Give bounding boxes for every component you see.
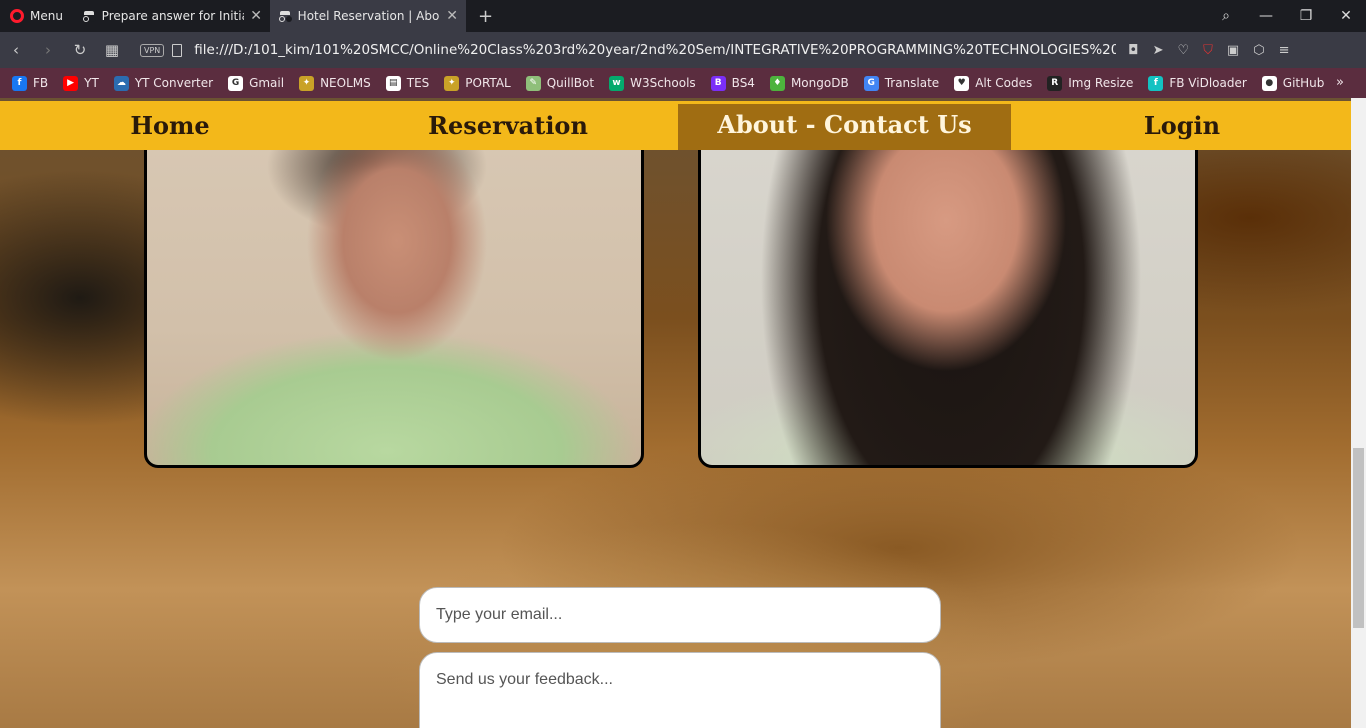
- window-controls: ⌕ — ❐ ✕: [1206, 0, 1366, 32]
- bookmark-fb-icon: f: [12, 75, 27, 91]
- bookmark-label: Alt Codes: [975, 76, 1033, 90]
- address-bar: ‹ › ↻ ▦ VPN file:///D:/101_kim/101%20SMC…: [0, 32, 1366, 68]
- bookmark-label: Img Resize: [1068, 76, 1134, 90]
- site-navbar: Home Reservation About - Contact Us Logi…: [0, 101, 1351, 150]
- bookmark-fb-vidloader-icon: f: [1148, 75, 1164, 91]
- incognito-icon: [82, 11, 96, 22]
- bookmark-mongodb[interactable]: ♦ MongoDB: [769, 75, 849, 91]
- bookmark-quillbot[interactable]: ✎ QuillBot: [525, 75, 595, 91]
- feedback-form: [419, 587, 941, 728]
- feedback-textarea[interactable]: [419, 652, 941, 728]
- more-bookmarks-icon[interactable]: »: [1336, 75, 1344, 90]
- bookmark-gmail[interactable]: G Gmail: [228, 75, 285, 91]
- vpn-badge[interactable]: VPN: [140, 43, 165, 57]
- bookmark-label: GitHub: [1282, 76, 1325, 90]
- browser-tab-bar: Menu Prepare answer for Initial O ✕ Hote…: [0, 0, 1366, 32]
- bookmark-yt-converter[interactable]: ☁ YT Converter: [113, 75, 214, 91]
- cube-icon[interactable]: ⬡: [1253, 43, 1264, 58]
- search-tabs-icon[interactable]: ⌕: [1206, 8, 1246, 24]
- bookmark-portal-icon: ✦: [444, 75, 460, 91]
- nav-about-contact[interactable]: About - Contact Us: [678, 104, 1011, 150]
- bookmark-gmail-icon: G: [228, 75, 244, 91]
- extension-icon[interactable]: ▣: [1227, 43, 1239, 58]
- bookmark-label: YT Converter: [134, 76, 214, 90]
- bookmark-bs4[interactable]: B BS4: [710, 75, 755, 91]
- team-member-photo-male: [144, 118, 644, 468]
- bookmark-neolms-icon: ✦: [299, 75, 315, 91]
- bookmark-w3schools[interactable]: w W3Schools: [609, 75, 696, 91]
- bookmark-tes-icon: ▤: [385, 75, 401, 91]
- tab-prepare-answer[interactable]: Prepare answer for Initial O ✕: [74, 0, 270, 32]
- snapshot-icon[interactable]: ◘: [1128, 43, 1138, 58]
- email-input[interactable]: [419, 587, 941, 643]
- bookmark-github-icon: ●: [1261, 75, 1277, 91]
- bookmarks-bar: f FB ▶ YT ☁ YT Converter G Gmail ✦ NEOLMS ▤ TES ✦ POR…: [0, 68, 1366, 98]
- opera-logo-icon: [10, 9, 24, 23]
- bookmark-fb-vidloader[interactable]: f FB ViDloader: [1148, 75, 1247, 91]
- bookmark-label: MongoDB: [790, 76, 849, 90]
- bookmark-bs4-icon: B: [710, 75, 726, 91]
- nav-login[interactable]: Login: [1072, 101, 1292, 150]
- incognito-icon: [278, 11, 292, 22]
- easy-setup-icon[interactable]: ≡: [1279, 43, 1290, 58]
- bookmark-label: Translate: [884, 76, 940, 90]
- nav-home[interactable]: Home: [60, 101, 280, 150]
- minimize-icon[interactable]: —: [1246, 8, 1286, 24]
- bookmark-github[interactable]: ● GitHub: [1261, 75, 1325, 91]
- file-icon: [172, 43, 183, 57]
- bookmark-label: Gmail: [249, 76, 285, 90]
- browser-menu-button[interactable]: Menu: [0, 0, 74, 32]
- send-icon[interactable]: ➤: [1153, 43, 1164, 58]
- nav-reservation[interactable]: Reservation: [398, 101, 618, 150]
- team-member-photo-female: [698, 118, 1198, 468]
- bookmark-label: YT: [84, 76, 99, 90]
- back-icon[interactable]: ‹: [0, 41, 32, 59]
- speed-dial-icon[interactable]: ▦: [96, 41, 128, 59]
- bookmark-label: FB ViDloader: [1169, 76, 1247, 90]
- bookmark-fb[interactable]: f FB: [12, 75, 49, 91]
- bookmark-yt-converter-icon: ☁: [113, 75, 129, 91]
- bookmark-alt-codes[interactable]: ♥ Alt Codes: [954, 75, 1033, 91]
- bookmark-img-resize[interactable]: R Img Resize: [1047, 75, 1134, 91]
- new-tab-button[interactable]: +: [466, 6, 505, 27]
- tab-title: Prepare answer for Initial O: [101, 9, 245, 23]
- bookmark-label: W3Schools: [630, 76, 696, 90]
- address-actions: ◘ ➤ ♡ ⛉ ▣ ⬡ ≡: [1128, 43, 1289, 58]
- tab-title: Hotel Reservation | About -: [297, 9, 441, 23]
- bookmark-label: FB: [33, 76, 49, 90]
- reload-icon[interactable]: ↻: [64, 41, 96, 59]
- browser-menu-label: Menu: [30, 9, 63, 23]
- bookmark-tes[interactable]: ▤ TES: [385, 75, 430, 91]
- shield-icon[interactable]: ⛉: [1203, 43, 1213, 58]
- close-window-icon[interactable]: ✕: [1326, 8, 1366, 24]
- bookmark-yt-icon: ▶: [63, 75, 79, 91]
- forward-icon[interactable]: ›: [32, 41, 64, 59]
- bookmark-alt-codes-icon: ♥: [954, 75, 970, 91]
- bookmark-label: PORTAL: [465, 76, 511, 90]
- bookmark-label: BS4: [731, 76, 755, 90]
- bookmark-mongodb-icon: ♦: [769, 75, 785, 91]
- restore-icon[interactable]: ❐: [1286, 8, 1326, 24]
- url-field[interactable]: file:///D:/101_kim/101%20SMCC/Online%20C…: [194, 42, 1116, 58]
- bookmark-translate-icon: G: [863, 75, 879, 91]
- bookmark-img-resize-icon: R: [1047, 75, 1063, 91]
- bookmark-label: NEOLMS: [320, 76, 371, 90]
- close-tab-icon[interactable]: ✕: [446, 8, 458, 24]
- bookmark-neolms[interactable]: ✦ NEOLMS: [299, 75, 371, 91]
- page-viewport: Home Reservation About - Contact Us Logi…: [0, 98, 1366, 728]
- page-scrollbar[interactable]: [1351, 98, 1366, 728]
- bookmark-label: TES: [406, 76, 430, 90]
- bookmark-label: QuillBot: [546, 76, 595, 90]
- bookmark-yt[interactable]: ▶ YT: [63, 75, 99, 91]
- bookmark-portal[interactable]: ✦ PORTAL: [444, 75, 511, 91]
- bookmark-translate[interactable]: G Translate: [863, 75, 940, 91]
- heart-icon[interactable]: ♡: [1177, 43, 1189, 58]
- tab-hotel-reservation[interactable]: Hotel Reservation | About - ✕: [270, 0, 466, 32]
- scrollbar-thumb[interactable]: [1353, 448, 1364, 628]
- close-tab-icon[interactable]: ✕: [250, 8, 262, 24]
- bookmark-w3schools-icon: w: [609, 75, 625, 91]
- bookmark-quillbot-icon: ✎: [525, 75, 541, 91]
